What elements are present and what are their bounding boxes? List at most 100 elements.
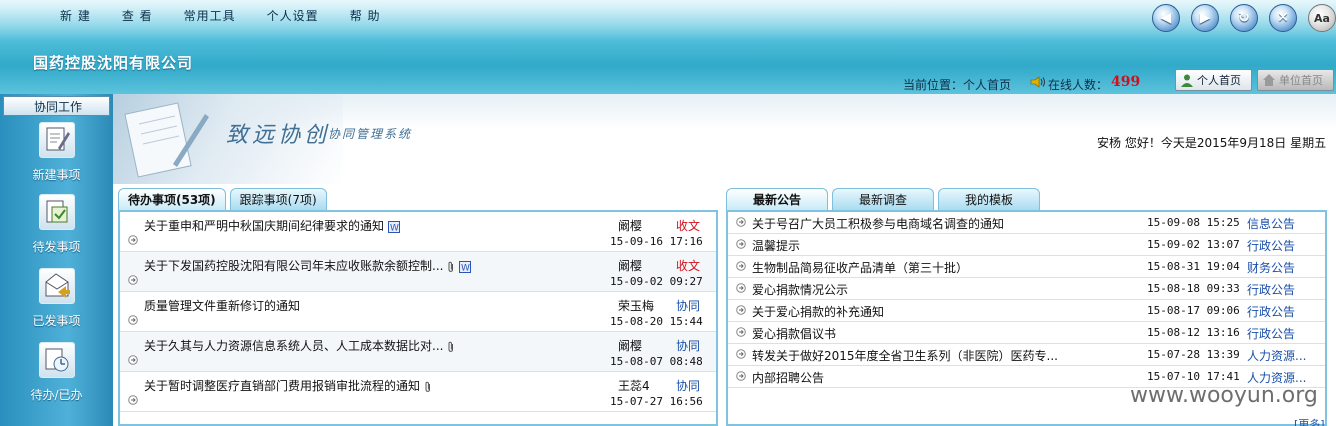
todo-date: 15-09-02 09:27 — [610, 275, 703, 288]
company-name: 国药控股沈阳有限公司 — [33, 54, 194, 72]
notice-row[interactable]: 温馨提示 15-09-02 13:07 行政公告 — [728, 234, 1325, 256]
sidebar-item-new[interactable]: 新建事项 — [0, 122, 113, 183]
back-icon[interactable]: ◀ — [1152, 4, 1180, 32]
todo-type: 收文 — [676, 259, 701, 273]
notice-title[interactable]: 关于号召广大员工积极参与电商域名调查的通知 — [752, 215, 1004, 232]
notice-category[interactable]: 人力资源... — [1247, 347, 1306, 364]
todo-type: 协同 — [676, 339, 701, 353]
notice-row[interactable]: 爱心捐款倡议书 15-08-12 13:16 行政公告 — [728, 322, 1325, 344]
todo-sender: 阚樱 — [618, 219, 643, 233]
todo-list: 关于重申和严明中秋国庆期间纪律要求的通知 W 阚樱 收文 15-09-16 17:… — [118, 210, 718, 426]
menu-personal-settings[interactable]: 个人设置 — [267, 7, 319, 24]
sidebar-item-label: 新建事项 — [32, 168, 81, 182]
watermark: www.wooyun.org — [1130, 383, 1318, 408]
notice-date: 15-08-12 13:16 — [1147, 326, 1240, 339]
notice-row[interactable]: 关于爱心捐款的补充通知 15-08-17 09:06 行政公告 — [728, 300, 1325, 322]
sidebar-title: 协同工作 — [3, 96, 110, 116]
todo-title[interactable]: 关于下发国药控股沈阳有限公司年末应收账款余额控制... W — [144, 257, 472, 274]
notice-date: 15-08-17 09:06 — [1147, 304, 1240, 317]
user-icon — [1181, 74, 1193, 87]
notice-title[interactable]: 转发关于做好2015年度全省卫生系列（非医院）医药专... — [752, 347, 1058, 364]
notice-category[interactable]: 行政公告 — [1247, 237, 1295, 254]
tab-latest-notices[interactable]: 最新公告 — [726, 188, 828, 210]
more-link[interactable]: [更多] — [1294, 416, 1325, 426]
notice-date: 15-07-28 13:39 — [1147, 348, 1240, 361]
sidebar: 协同工作 新建事项 待发事项 已发事项 待办/已办 — [0, 94, 113, 426]
speaker-icon — [1030, 76, 1045, 88]
sent-icon — [38, 268, 75, 304]
sidebar-item-pending-send[interactable]: 待发事项 — [0, 194, 113, 255]
todo-row[interactable]: 关于下发国药控股沈阳有限公司年末应收账款余额控制... W 阚樱 收文 15-09… — [120, 252, 716, 292]
notice-title[interactable]: 生物制品简易征收产品清单（第三十批） — [752, 259, 968, 276]
todo-title[interactable]: 关于久其与人力资源信息系统人员、人工成本数据比对... — [144, 337, 455, 354]
personal-home-button[interactable]: 个人首页 — [1175, 69, 1252, 91]
todo-row[interactable]: 关于暂时调整医疗直销部门费用报销审批流程的通知 王蕊4 协同 15-07-27 … — [120, 372, 716, 412]
sidebar-item-sent[interactable]: 已发事项 — [0, 268, 113, 329]
menu-new[interactable]: 新 建 — [60, 7, 91, 24]
todo-type: 协同 — [676, 379, 701, 393]
word-icon: W — [388, 220, 401, 233]
todo-tabs: 待办事项(53项) 跟踪事项(7项) — [118, 188, 718, 210]
todo-title[interactable]: 关于重申和严明中秋国庆期间纪律要求的通知 W — [144, 217, 401, 234]
tab-todo[interactable]: 待办事项(53项) — [118, 188, 226, 210]
font-icon[interactable]: Aa — [1308, 4, 1336, 32]
top-header: 新 建 查 看 常用工具 个人设置 帮 助 国药控股沈阳有限公司 ◀ ▶ ↻ ✕… — [0, 0, 1336, 94]
todo-date: 15-07-27 16:56 — [610, 395, 703, 408]
unit-home-label: 单位首页 — [1279, 74, 1323, 87]
notice-date: 15-09-08 15:25 — [1147, 216, 1240, 229]
sidebar-item-todo-done[interactable]: 待办/已办 — [0, 342, 113, 403]
arrow-circle-icon — [736, 239, 746, 249]
forward-icon[interactable]: ▶ — [1191, 4, 1219, 32]
notice-row[interactable]: 关于号召广大员工积极参与电商域名调查的通知 15-09-08 15:25 信息公… — [728, 212, 1325, 234]
notice-category[interactable]: 行政公告 — [1247, 303, 1295, 320]
menu-tools[interactable]: 常用工具 — [184, 7, 236, 24]
current-location: 当前位置：个人首页 — [903, 78, 1012, 92]
notice-row[interactable]: 转发关于做好2015年度全省卫生系列（非医院）医药专... 15-07-28 1… — [728, 344, 1325, 366]
todo-row[interactable]: 关于久其与人力资源信息系统人员、人工成本数据比对... 阚樱 协同 15-08-… — [120, 332, 716, 372]
notice-title[interactable]: 温馨提示 — [752, 237, 800, 254]
arrow-circle-icon — [128, 235, 138, 245]
banner: 致远协创 协同管理系统 安杨 您好！今天是2015年9月18日 星期五 — [113, 94, 1336, 184]
arrow-circle-icon — [736, 371, 746, 381]
todo-type: 收文 — [676, 219, 701, 233]
menu-view[interactable]: 查 看 — [122, 7, 153, 24]
tab-my-templates[interactable]: 我的模板 — [938, 188, 1040, 210]
greeting-text: 安杨 您好！今天是2015年9月18日 星期五 — [1097, 136, 1327, 150]
sidebar-item-label: 待发事项 — [32, 240, 81, 254]
notice-category[interactable]: 行政公告 — [1247, 281, 1295, 298]
paperclip-icon — [448, 261, 454, 272]
arrow-circle-icon — [736, 261, 746, 271]
todo-date: 15-08-07 08:48 — [610, 355, 703, 368]
notice-title[interactable]: 爱心捐款倡议书 — [752, 325, 836, 342]
paperclip-icon — [425, 381, 431, 392]
todo-sender: 王蕊4 — [618, 379, 650, 393]
todo-title[interactable]: 关于暂时调整医疗直销部门费用报销审批流程的通知 — [144, 377, 432, 394]
todo-sender: 阚樱 — [618, 339, 643, 353]
arrow-circle-icon — [736, 217, 746, 227]
notice-category[interactable]: 行政公告 — [1247, 325, 1295, 342]
unit-home-button[interactable]: 单位首页 — [1257, 69, 1334, 91]
arrow-circle-icon — [128, 275, 138, 285]
arrow-circle-icon — [736, 327, 746, 337]
todo-row[interactable]: 质量管理文件重新修订的通知 荣玉梅 协同 15-08-20 15:44 — [120, 292, 716, 332]
notice-date: 15-07-10 17:41 — [1147, 370, 1240, 383]
notice-title[interactable]: 爱心捐款情况公示 — [752, 281, 848, 298]
arrow-circle-icon — [736, 283, 746, 293]
notice-row[interactable]: 爱心捐款情况公示 15-08-18 09:33 行政公告 — [728, 278, 1325, 300]
todo-row[interactable]: 关于重申和严明中秋国庆期间纪律要求的通知 W 阚樱 收文 15-09-16 17:… — [120, 212, 716, 252]
notice-category[interactable]: 财务公告 — [1247, 259, 1295, 276]
tab-tracking[interactable]: 跟踪事项(7项) — [229, 188, 327, 210]
notice-row[interactable]: 生物制品简易征收产品清单（第三十批） 15-08-31 19:04 财务公告 — [728, 256, 1325, 278]
tab-latest-surveys[interactable]: 最新调查 — [832, 188, 934, 210]
arrow-circle-icon — [736, 349, 746, 359]
system-subtitle: 协同管理系统 — [328, 127, 413, 141]
notice-date: 15-08-18 09:33 — [1147, 282, 1240, 295]
notice-category[interactable]: 信息公告 — [1247, 215, 1295, 232]
menu-help[interactable]: 帮 助 — [350, 7, 381, 24]
notice-title[interactable]: 内部招聘公告 — [752, 369, 824, 386]
new-document-icon — [38, 122, 75, 158]
close-icon[interactable]: ✕ — [1269, 4, 1297, 32]
refresh-icon[interactable]: ↻ — [1230, 4, 1258, 32]
todo-title[interactable]: 质量管理文件重新修订的通知 — [144, 297, 300, 314]
notice-title[interactable]: 关于爱心捐款的补充通知 — [752, 303, 884, 320]
